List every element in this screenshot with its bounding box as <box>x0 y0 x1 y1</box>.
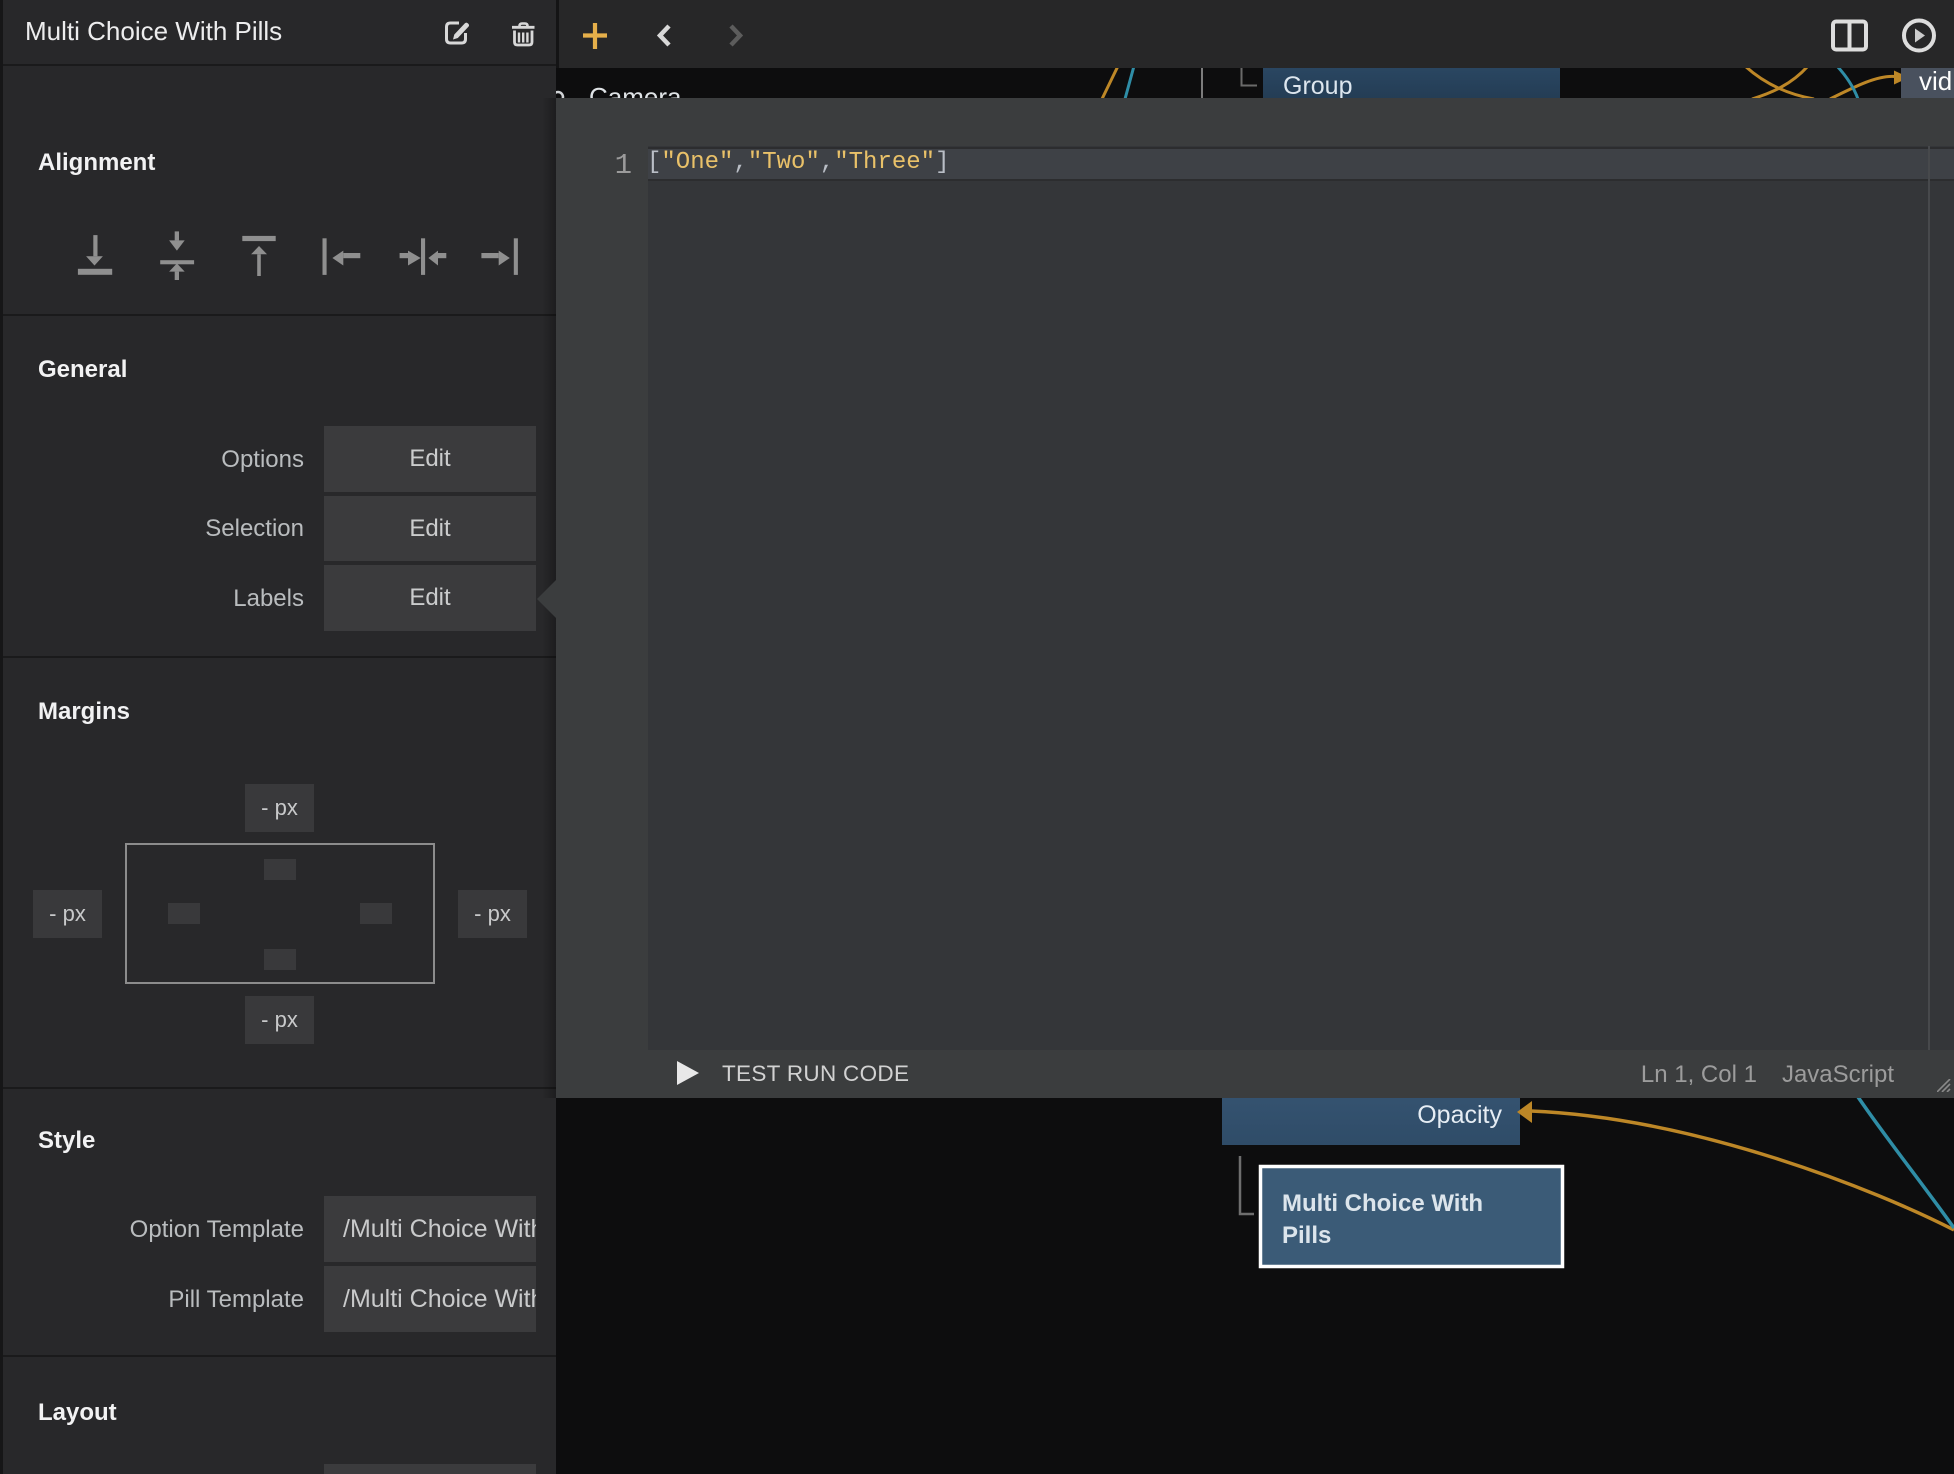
svg-text:Multi Choice With: Multi Choice With <box>1282 1190 1483 1217</box>
svg-text:Group: Group <box>1283 72 1352 100</box>
svg-text:Pills: Pills <box>1282 1222 1331 1249</box>
svg-text:vid: vid <box>1919 66 1952 96</box>
svg-text:Opacity: Opacity <box>1417 1101 1502 1129</box>
